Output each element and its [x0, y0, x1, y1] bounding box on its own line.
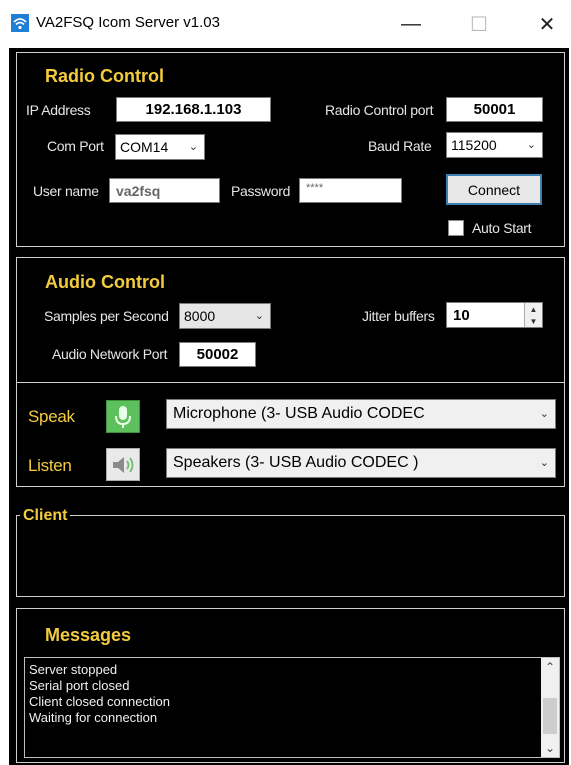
message-line: Serial port closed: [29, 678, 130, 693]
chevron-down-icon: ⌄: [254, 309, 264, 322]
chevron-down-icon: ⌄: [188, 140, 198, 153]
chevron-down-icon: ⌄: [539, 407, 549, 420]
speak-device-select[interactable]: Microphone (3- USB Audio CODEC ⌄: [166, 399, 556, 429]
maximize-icon: ☐: [470, 13, 488, 36]
password-label: Password: [231, 183, 291, 199]
maximize-button[interactable]: ☐: [456, 0, 502, 48]
listen-device-value: Speakers (3- USB Audio CODEC ): [173, 454, 419, 471]
close-icon: ✕: [538, 13, 556, 36]
samples-per-second-label: Samples per Second: [44, 308, 169, 324]
chevron-down-icon: ⌄: [526, 138, 536, 151]
microphone-icon[interactable]: [106, 400, 140, 433]
baud-rate-select[interactable]: 115200 ⌄: [446, 132, 543, 158]
jitter-buffers-spin-buttons[interactable]: ▲ ▼: [524, 303, 542, 327]
baud-rate-label: Baud Rate: [368, 138, 432, 154]
client-heading: Client: [20, 507, 71, 525]
speak-label: Speak: [28, 407, 75, 426]
audio-network-port-label: Audio Network Port: [52, 346, 168, 362]
samples-per-second-value: 8000: [184, 308, 216, 324]
divider: [16, 382, 565, 383]
ip-address-field[interactable]: 192.168.1.103: [116, 97, 271, 122]
connect-button[interactable]: Connect: [446, 174, 542, 205]
message-line: Waiting for connection: [29, 710, 158, 725]
speaker-icon[interactable]: [106, 448, 140, 481]
chevron-down-icon[interactable]: ⌄: [541, 739, 559, 757]
audio-control-heading: Audio Control: [45, 272, 165, 292]
com-port-value: COM14: [120, 139, 169, 155]
radio-control-port-field[interactable]: 50001: [446, 97, 543, 122]
radio-control-heading: Radio Control: [45, 66, 164, 86]
wifi-icon: [11, 14, 29, 32]
audio-network-port-field[interactable]: 50002: [179, 342, 256, 367]
chevron-up-icon[interactable]: ⌃: [541, 658, 559, 676]
ip-address-label: IP Address: [26, 102, 91, 118]
auto-start-label: Auto Start: [472, 220, 532, 236]
jitter-buffers-label: Jitter buffers: [362, 308, 435, 324]
messages-scrollbar[interactable]: ⌃ ⌄: [541, 658, 559, 757]
messages-log[interactable]: Server stopped Serial port closed Client…: [24, 657, 560, 758]
com-port-select[interactable]: COM14 ⌄: [115, 134, 205, 160]
spin-up-icon[interactable]: ▲: [525, 303, 542, 315]
radio-control-port-label: Radio Control port: [325, 102, 434, 118]
minimize-button[interactable]: —: [388, 0, 434, 48]
samples-per-second-select[interactable]: 8000 ⌄: [179, 303, 271, 329]
baud-rate-value: 115200: [451, 137, 497, 153]
messages-heading: Messages: [45, 625, 132, 645]
minimize-icon: —: [401, 12, 421, 35]
close-button[interactable]: ✕: [524, 0, 570, 48]
password-field[interactable]: ****: [299, 178, 402, 203]
chevron-down-icon: ⌄: [539, 456, 549, 469]
message-line: Client closed connection: [29, 694, 170, 709]
jitter-buffers-value: 10: [453, 306, 470, 324]
listen-device-select[interactable]: Speakers (3- USB Audio CODEC ) ⌄: [166, 448, 556, 478]
message-line: Server stopped: [29, 662, 118, 677]
window-title: VA2FSQ Icom Server v1.03: [36, 14, 220, 31]
auto-start-checkbox[interactable]: [448, 220, 464, 236]
spin-down-icon[interactable]: ▼: [525, 315, 542, 327]
listen-label: Listen: [28, 456, 72, 475]
client-group: [16, 515, 565, 597]
com-port-label: Com Port: [47, 138, 104, 154]
speak-device-value: Microphone (3- USB Audio CODEC: [173, 405, 425, 422]
username-label: User name: [33, 183, 99, 199]
scrollbar-thumb[interactable]: [543, 698, 557, 734]
username-field[interactable]: va2fsq: [109, 178, 220, 203]
